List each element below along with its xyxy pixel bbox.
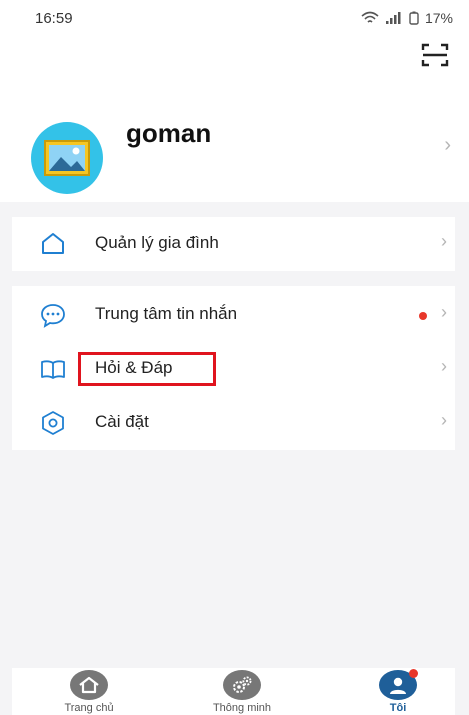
profile-username[interactable]: goman (126, 118, 211, 149)
chat-bubble-icon (41, 304, 65, 328)
unread-badge (419, 312, 427, 320)
chevron-right-icon: › (441, 231, 447, 251)
highlight-box (78, 352, 216, 386)
status-time: 16:59 (35, 10, 73, 27)
status-bar: 16:59 17% (0, 0, 469, 38)
chevron-right-icon: › (441, 356, 447, 376)
home-icon (70, 670, 108, 700)
avatar[interactable] (31, 122, 103, 194)
tab-label: Thông minh (212, 702, 272, 714)
profile-header: goman › (0, 38, 469, 202)
tab-smart[interactable]: Thông minh (202, 670, 282, 714)
status-icons: 17% (361, 10, 453, 26)
family-section: Quản lý gia đình › (12, 217, 455, 271)
user-icon (379, 669, 418, 700)
wifi-icon (361, 11, 379, 23)
scan-icon[interactable] (421, 42, 449, 68)
home-outline-icon (42, 233, 64, 254)
menu-item-family[interactable]: Quản lý gia đình › (12, 217, 455, 271)
menu-item-messages[interactable]: Trung tâm tin nhắn › (12, 288, 455, 342)
menu-item-label: Trung tâm tin nhắn (95, 304, 238, 323)
tab-home[interactable]: Trang chủ (49, 670, 129, 714)
tab-me[interactable]: Tôi (358, 669, 438, 714)
menu-item-settings[interactable]: Cài đặt › (12, 396, 455, 450)
chevron-right-icon[interactable]: › (444, 134, 451, 157)
signal-icon (385, 12, 401, 24)
chevron-right-icon: › (441, 410, 447, 430)
book-icon (41, 360, 65, 379)
notification-badge (409, 669, 418, 678)
settings-hexagon-icon (42, 411, 64, 435)
menu-item-label: Quản lý gia đình (95, 233, 219, 252)
battery-icon (409, 11, 419, 25)
menu-item-qa[interactable]: Hỏi & Đáp › (12, 342, 455, 396)
bottom-nav: Trang chủ Thông minh Tôi (12, 668, 455, 715)
main-menu-section: Trung tâm tin nhắn › Hỏi & Đáp › Cài đặt… (12, 286, 455, 450)
battery-percent: 17% (424, 10, 453, 26)
tab-label: Tôi (389, 702, 407, 714)
gears-icon (223, 670, 261, 700)
chevron-right-icon: › (441, 302, 447, 322)
menu-item-label: Cài đặt (95, 412, 149, 431)
image-placeholder-icon (44, 140, 90, 176)
tab-label: Trang chủ (64, 702, 114, 714)
